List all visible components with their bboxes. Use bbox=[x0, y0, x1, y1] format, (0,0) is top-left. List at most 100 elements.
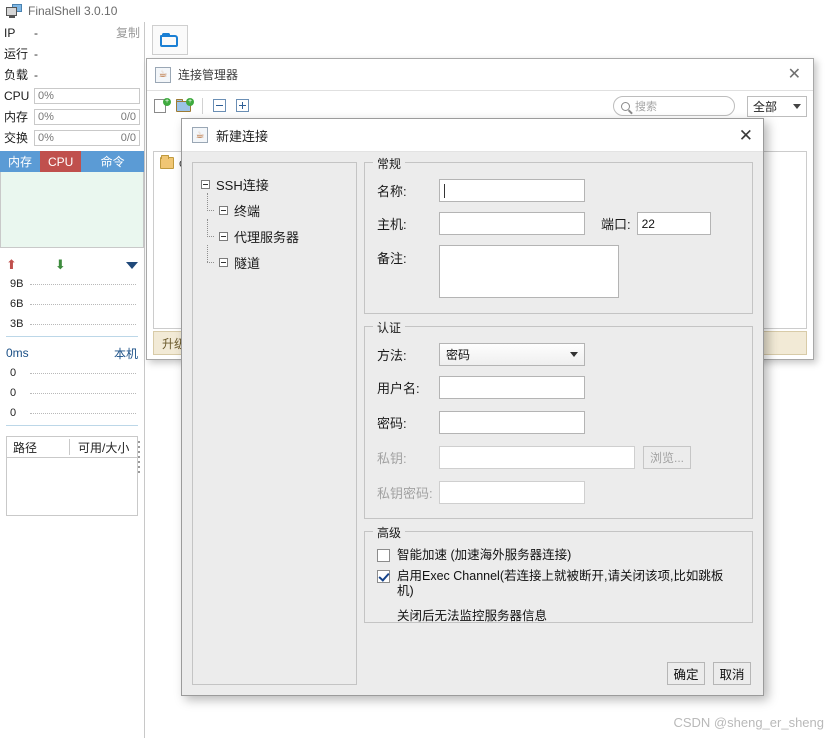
graph-row: 3B bbox=[6, 314, 138, 334]
app-root: FinalShell 3.0.10 IP - 复制 运行 - 负载 - CPU … bbox=[0, 0, 834, 744]
port-label: 端口: bbox=[601, 217, 631, 232]
ip-value: - bbox=[34, 25, 38, 40]
latency-target[interactable]: 本机 bbox=[114, 345, 138, 362]
browse-button: 浏览... bbox=[643, 446, 691, 469]
sidebar-cpu-row: CPU 0% bbox=[0, 85, 144, 106]
note-row: 备注: bbox=[377, 245, 740, 298]
mem-meter: 0% 0/0 bbox=[34, 108, 140, 125]
keypass-label: 私钥密码: bbox=[377, 486, 433, 501]
folder-icon bbox=[160, 155, 174, 169]
folder-open-icon bbox=[160, 32, 180, 48]
cpu-meter: 0% bbox=[34, 87, 140, 104]
tab-memory[interactable]: 内存 bbox=[0, 151, 41, 172]
grid-line bbox=[30, 303, 136, 305]
java-app-icon: ☕ bbox=[192, 127, 208, 143]
close-icon[interactable]: ✕ bbox=[739, 127, 753, 144]
tree-item-proxy-server[interactable]: 代理服务器 bbox=[193, 219, 356, 249]
name-input[interactable] bbox=[439, 179, 585, 202]
cpu-value: 0% bbox=[38, 89, 54, 102]
copy-button[interactable]: 复制 bbox=[116, 24, 140, 41]
smart-accel-row[interactable]: 智能加速 (加速海外服务器连接) bbox=[377, 548, 740, 563]
sidebar-swap-row: 交换 0% 0/0 bbox=[0, 127, 144, 148]
run-label: 运行 bbox=[4, 47, 29, 61]
open-connection-manager-button[interactable] bbox=[152, 25, 188, 55]
dialog-category-tree: SSH连接 终端 代理服务器 隧道 bbox=[192, 162, 357, 685]
grid-line bbox=[30, 392, 136, 394]
upload-arrow-icon: ⬆ bbox=[6, 257, 17, 272]
tab-cpu[interactable]: CPU bbox=[40, 151, 82, 172]
collapse-all-icon[interactable] bbox=[211, 98, 229, 114]
dialog-title: 新建连接 bbox=[216, 128, 269, 144]
new-folder-icon[interactable]: + bbox=[176, 98, 194, 114]
grid-line bbox=[30, 412, 136, 414]
close-icon[interactable]: ✕ bbox=[784, 65, 805, 85]
sidebar-ip-row: IP - 复制 bbox=[0, 22, 144, 43]
password-label: 密码: bbox=[377, 416, 407, 431]
port-input[interactable]: 22 bbox=[636, 212, 711, 235]
tree-item-label: 隧道 bbox=[234, 255, 261, 271]
note-label: 备注: bbox=[377, 251, 407, 266]
tree-item-tunnel[interactable]: 隧道 bbox=[193, 245, 356, 275]
tab-command[interactable]: 命令 bbox=[81, 151, 144, 172]
mem-detail: 0/0 bbox=[120, 110, 136, 123]
download-arrow-icon: ⬇ bbox=[54, 257, 66, 272]
name-label: 名称: bbox=[377, 184, 407, 199]
grid-line bbox=[30, 323, 136, 325]
disk-col-path: 路径 bbox=[13, 440, 38, 455]
host-input[interactable] bbox=[439, 212, 585, 235]
tree-toggle-icon[interactable] bbox=[219, 257, 228, 267]
net-tick-0: 9B bbox=[10, 278, 24, 290]
search-input[interactable]: 搜索 bbox=[613, 96, 735, 116]
load-label: 负载 bbox=[4, 68, 29, 82]
exec-channel-checkbox[interactable] bbox=[377, 570, 390, 583]
note-textarea[interactable] bbox=[439, 245, 619, 298]
new-connection-icon[interactable]: + bbox=[153, 98, 171, 114]
splitter-handle[interactable] bbox=[138, 438, 142, 488]
network-menu-chevron-icon[interactable] bbox=[126, 261, 138, 269]
disk-table-body[interactable] bbox=[6, 458, 138, 516]
exec-channel-row[interactable]: 启用Exec Channel(若连接上就被断开,请关闭该项,比如跳板机) bbox=[377, 569, 740, 599]
latency-row: 0ms 本机 bbox=[0, 343, 144, 363]
tree-item-terminal[interactable]: 终端 bbox=[193, 193, 356, 223]
tree-toggle-icon[interactable] bbox=[201, 179, 210, 189]
main-toolbar bbox=[146, 22, 834, 58]
privatekey-input bbox=[439, 446, 635, 469]
smart-accel-checkbox[interactable] bbox=[377, 549, 390, 562]
swap-value: 0% bbox=[38, 131, 54, 144]
tree-item-ssh-connection[interactable]: SSH连接 bbox=[193, 171, 356, 197]
ip-label: IP bbox=[4, 25, 16, 40]
graph-row: 0 bbox=[6, 403, 138, 423]
expand-all-icon[interactable] bbox=[234, 98, 252, 114]
general-group: 常规 名称: 主机: 端口: 22 备注: bbox=[364, 155, 753, 314]
method-select-value: 密码 bbox=[446, 348, 471, 362]
latency-value: 0ms bbox=[6, 346, 29, 360]
auth-group-legend: 认证 bbox=[373, 319, 406, 336]
connection-manager-toolbar: + + 搜索 全部 bbox=[147, 91, 813, 121]
disk-table: 路径 可用/大小 bbox=[6, 436, 138, 516]
swap-meter: 0% 0/0 bbox=[34, 129, 140, 146]
latency-graph: 0 0 0 bbox=[6, 363, 138, 426]
ok-button[interactable]: 确定 bbox=[667, 662, 705, 685]
password-input[interactable] bbox=[439, 411, 585, 434]
grid-line bbox=[30, 372, 136, 374]
cancel-button[interactable]: 取消 bbox=[713, 662, 751, 685]
mem-value: 0% bbox=[38, 110, 54, 123]
tree-toggle-icon[interactable] bbox=[219, 205, 228, 215]
method-select[interactable]: 密码 bbox=[439, 343, 585, 366]
name-row: 名称: bbox=[377, 179, 740, 202]
disk-table-header: 路径 可用/大小 bbox=[6, 436, 138, 458]
lat-tick-0: 0 bbox=[10, 367, 17, 379]
toolbar-divider bbox=[202, 98, 203, 114]
filter-select[interactable]: 全部 bbox=[747, 95, 807, 117]
sidebar-load-row: 负载 - bbox=[0, 64, 144, 85]
graph-row: 0 bbox=[6, 363, 138, 383]
app-title: FinalShell 3.0.10 bbox=[28, 4, 118, 18]
tree-toggle-icon[interactable] bbox=[219, 231, 228, 241]
password-row: 密码: bbox=[377, 411, 740, 434]
grid-line bbox=[30, 283, 136, 285]
advanced-group-legend: 高级 bbox=[373, 524, 406, 541]
java-app-icon: ☕ bbox=[155, 66, 171, 83]
username-input[interactable] bbox=[439, 376, 585, 399]
keypass-input bbox=[439, 481, 585, 504]
process-list[interactable] bbox=[0, 172, 144, 248]
